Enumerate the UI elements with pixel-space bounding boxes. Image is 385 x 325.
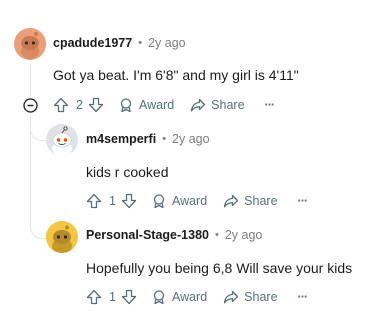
- comment-timestamp[interactable]: 2y ago: [172, 132, 210, 146]
- collapse-thread-button[interactable]: [23, 98, 38, 113]
- downvote-button[interactable]: [121, 289, 137, 305]
- award-button[interactable]: Award: [151, 289, 207, 305]
- avatar[interactable]: [14, 28, 46, 60]
- upvote-button[interactable]: [86, 289, 102, 305]
- minus-circle-icon: [23, 98, 38, 113]
- award-icon: [153, 290, 165, 305]
- comment-author[interactable]: m4semperfi: [86, 132, 156, 146]
- award-button[interactable]: Award: [151, 193, 207, 209]
- share-icon: [224, 194, 239, 208]
- snoo-avatar-icon: [46, 124, 78, 156]
- comment-author[interactable]: Personal-Stage-1380: [86, 228, 209, 242]
- avatar[interactable]: [46, 124, 78, 156]
- share-icon: [224, 290, 239, 304]
- comment-body: Hopefully you being 6,8 Will save your k…: [86, 260, 353, 276]
- vote-count: 2: [76, 98, 83, 112]
- award-label: Award: [171, 194, 208, 208]
- separator-dot: •: [138, 37, 143, 49]
- downvote-arrow-icon: [121, 289, 137, 305]
- comment-body: kids r cooked: [86, 164, 169, 180]
- vote-count: 1: [109, 194, 116, 208]
- upvote-arrow-icon: [53, 97, 69, 113]
- award-label: Award: [171, 290, 208, 304]
- downvote-arrow-icon: [121, 193, 137, 209]
- thread-branch: [30, 216, 47, 239]
- comment-timestamp[interactable]: 2y ago: [225, 228, 263, 242]
- comment-author[interactable]: cpadude1977: [53, 36, 132, 50]
- award-button[interactable]: Award: [118, 97, 174, 113]
- upvote-button[interactable]: [53, 97, 69, 113]
- comment-timestamp[interactable]: 2y ago: [148, 36, 186, 50]
- award-icon: [153, 194, 165, 209]
- separator-dot: •: [214, 229, 219, 241]
- comment-body: Got ya beat. I'm 6'8" and my girl is 4'1…: [53, 67, 299, 83]
- upvote-button[interactable]: [86, 193, 102, 209]
- downvote-button[interactable]: [121, 193, 137, 209]
- share-label: Share: [244, 194, 278, 208]
- snoo-avatar-icon: [14, 28, 46, 60]
- share-label: Share: [211, 98, 245, 112]
- downvote-button[interactable]: [88, 97, 104, 113]
- separator-dot: •: [162, 133, 167, 145]
- vote-count: 1: [109, 290, 116, 304]
- share-icon: [191, 98, 206, 112]
- award-icon: [120, 98, 132, 113]
- avatar[interactable]: [46, 221, 78, 253]
- downvote-arrow-icon: [88, 97, 104, 113]
- share-button[interactable]: Share: [223, 193, 278, 209]
- upvote-arrow-icon: [86, 193, 102, 209]
- upvote-arrow-icon: [86, 289, 102, 305]
- more-options-button[interactable]: ···: [298, 194, 308, 208]
- share-button[interactable]: Share: [223, 289, 278, 305]
- thread-branch: [30, 118, 47, 141]
- more-options-button[interactable]: ···: [265, 98, 275, 112]
- award-label: Award: [138, 98, 175, 112]
- more-options-button[interactable]: ···: [298, 290, 308, 304]
- snoo-avatar-icon: [46, 221, 78, 253]
- share-button[interactable]: Share: [190, 97, 245, 113]
- share-label: Share: [244, 290, 278, 304]
